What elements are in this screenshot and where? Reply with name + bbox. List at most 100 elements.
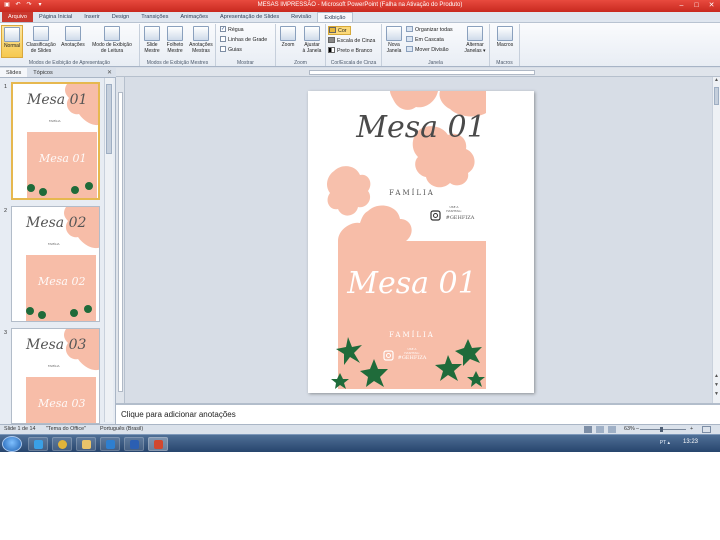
close-button[interactable]: ✕	[705, 1, 718, 10]
fit-to-window-button[interactable]: Ajustar à Janela	[299, 25, 325, 58]
normal-view-button[interactable]: Normal	[1, 25, 23, 58]
handout-master-button[interactable]: Folheto Mestre	[163, 25, 187, 58]
notes-master-button[interactable]: Anotações Mestras	[187, 25, 215, 58]
guides-checkbox[interactable]: Guias	[220, 45, 242, 55]
tab-review[interactable]: Revisão	[285, 12, 317, 22]
move-split-button[interactable]: Mover Divisão	[406, 45, 449, 55]
reading-view-status-icon[interactable]	[608, 426, 616, 433]
zoom-in-icon[interactable]: +	[690, 426, 693, 432]
group-master-views: Slide Mestre Folheto Mestre Anotações Me…	[140, 24, 216, 66]
scroll-down-icon[interactable]: ▼	[713, 391, 720, 398]
slides-panel: Slides Tópicos ✕ 1 Mesa 01 FAMÍLIA Mesa …	[0, 68, 116, 424]
tab-design[interactable]: Design	[106, 12, 135, 22]
zoom-button[interactable]: Zoom	[278, 25, 298, 58]
thumbnail-graphic: Mesa 01 FAMÍLIA Mesa 01	[13, 84, 98, 198]
tab-slide-show[interactable]: Apresentação de Slides	[214, 12, 285, 22]
slide-editor-canvas: Mesa 01 FAMÍLIA USE A HASHTAG: #GEHFIZA …	[125, 77, 712, 403]
taskbar-ie-icon[interactable]	[28, 437, 48, 451]
new-window-icon	[386, 26, 402, 41]
windows-taskbar: PT ▴ 13:23	[0, 434, 720, 452]
macros-button[interactable]: Macros	[493, 25, 517, 58]
svg-text:Mesa 01: Mesa 01	[26, 92, 87, 108]
slide-sorter-icon	[33, 26, 49, 41]
tab-insert[interactable]: Inserir	[78, 12, 106, 22]
svg-text:FAMÍLIA: FAMÍLIA	[48, 363, 61, 368]
taskbar-media-icon[interactable]	[100, 437, 120, 451]
taskbar-word-icon[interactable]	[124, 437, 144, 451]
notes-pane[interactable]: Clique para adicionar anotações	[116, 403, 720, 424]
slide-thumbnail[interactable]: Mesa 03 FAMÍLIA Mesa 03	[11, 328, 100, 424]
title-bar: ▣ ↶ ↷ ▾ MESAS IMPRESSÃO - Microsoft Powe…	[0, 0, 720, 12]
editor-scroll-thumb[interactable]	[714, 87, 719, 105]
color-button[interactable]: Cor	[328, 26, 351, 35]
sorter-view-status-icon[interactable]	[596, 426, 604, 433]
window-title: MESAS IMPRESSÃO - Microsoft PowerPoint (…	[257, 2, 463, 8]
current-slide[interactable]: Mesa 01 FAMÍLIA USE A HASHTAG: #GEHFIZA …	[308, 91, 534, 393]
taskbar-chrome-icon[interactable]	[52, 437, 72, 451]
system-tray[interactable]: PT ▴	[660, 440, 670, 446]
arrange-all-button[interactable]: Organizar todas	[406, 25, 453, 35]
slide-title-bottom[interactable]: Mesa 01	[346, 266, 476, 301]
reading-view-icon	[104, 26, 120, 41]
slide-number: 2	[4, 208, 8, 214]
tab-view[interactable]: Exibição	[317, 12, 353, 22]
tab-home[interactable]: Página Inicial	[33, 12, 78, 22]
slide-number: 1	[4, 84, 8, 90]
editor-scrollbar[interactable]: ▲ ▲ ▼ ▼	[712, 77, 720, 403]
checkbox-icon	[220, 45, 226, 52]
taskbar-explorer-icon[interactable]	[76, 437, 96, 451]
gridlines-checkbox[interactable]: Linhas de Grade	[220, 35, 267, 45]
reading-view-button[interactable]: Modo de Exibição de Leitura	[88, 25, 136, 58]
group-color: Cor Escala de Cinza Preto e Branco Cor/E…	[326, 24, 382, 66]
slide-family-label[interactable]: FAMÍLIA	[389, 188, 435, 197]
zoom-slider-handle[interactable]	[660, 427, 663, 432]
slide-master-button[interactable]: Slide Mestre	[141, 25, 163, 58]
minimize-button[interactable]: –	[675, 1, 688, 10]
zoom-out-icon[interactable]: –	[636, 426, 639, 432]
normal-view-status-icon[interactable]	[584, 426, 592, 433]
fit-window-icon	[304, 26, 320, 41]
clock[interactable]: 13:23	[683, 439, 698, 445]
handout-master-icon	[167, 26, 183, 41]
panel-scroll-thumb[interactable]	[106, 84, 112, 154]
group-presentation-views: Normal Classificação de Slides Anotações…	[0, 24, 140, 66]
slide-sorter-button[interactable]: Classificação de Slides	[24, 25, 58, 58]
group-label: Zoom	[294, 60, 307, 66]
panel-scrollbar[interactable]	[104, 78, 113, 422]
ruler-checkbox[interactable]: ✓ Régua	[220, 25, 244, 35]
scroll-up-small-icon[interactable]: ▲	[713, 373, 720, 380]
close-panel-icon[interactable]: ✕	[103, 68, 116, 77]
black-white-button[interactable]: Preto e Branco	[328, 46, 372, 56]
cascade-button[interactable]: Em Cascata	[406, 35, 444, 45]
group-label: Janela	[428, 60, 443, 66]
zoom-level[interactable]: 63%	[624, 426, 635, 432]
grayscale-button[interactable]: Escala de Cinza	[328, 36, 375, 46]
new-window-button[interactable]: Nova Janela	[384, 25, 404, 58]
tab-outline[interactable]: Tópicos	[27, 68, 59, 77]
tab-transitions[interactable]: Transições	[135, 12, 174, 22]
scroll-down-small-icon[interactable]: ▼	[713, 382, 720, 389]
zoom-slider[interactable]	[640, 427, 686, 432]
tab-animations[interactable]: Animações	[174, 12, 214, 22]
group-label: Cor/Escala de Cinza	[330, 60, 377, 66]
language-indicator[interactable]: Português (Brasil)	[100, 426, 143, 432]
slide-thumbnail[interactable]: Mesa 02 FAMÍLIA Mesa 02	[11, 206, 100, 322]
maximize-button[interactable]: □	[690, 1, 703, 10]
slide-family-bottom[interactable]: FAMÍLIA	[389, 330, 435, 339]
group-label: Mostrar	[237, 60, 254, 66]
slide-title[interactable]: Mesa 01	[355, 110, 485, 145]
notes-page-button[interactable]: Anotações	[59, 25, 87, 58]
taskbar-powerpoint-icon[interactable]	[148, 437, 168, 451]
ribbon-tabs: Arquivo Página Inicial Inserir Design Tr…	[0, 12, 720, 23]
tab-file[interactable]: Arquivo	[2, 12, 33, 22]
slide-thumbnail[interactable]: Mesa 01 FAMÍLIA Mesa 01	[11, 82, 100, 200]
switch-windows-button[interactable]: Alternar Janelas ▾	[462, 25, 488, 58]
status-bar: Slide 1 de 14 "Tema do Office" Português…	[0, 424, 720, 434]
cascade-icon	[406, 35, 413, 42]
hashtag-text-bottom: #GEHFIZA	[398, 355, 427, 361]
start-button[interactable]	[2, 436, 22, 452]
fit-slide-icon[interactable]	[702, 426, 711, 433]
tab-slides[interactable]: Slides	[0, 68, 28, 77]
color-swatch-icon	[329, 26, 336, 33]
scroll-up-icon[interactable]: ▲	[713, 77, 720, 84]
